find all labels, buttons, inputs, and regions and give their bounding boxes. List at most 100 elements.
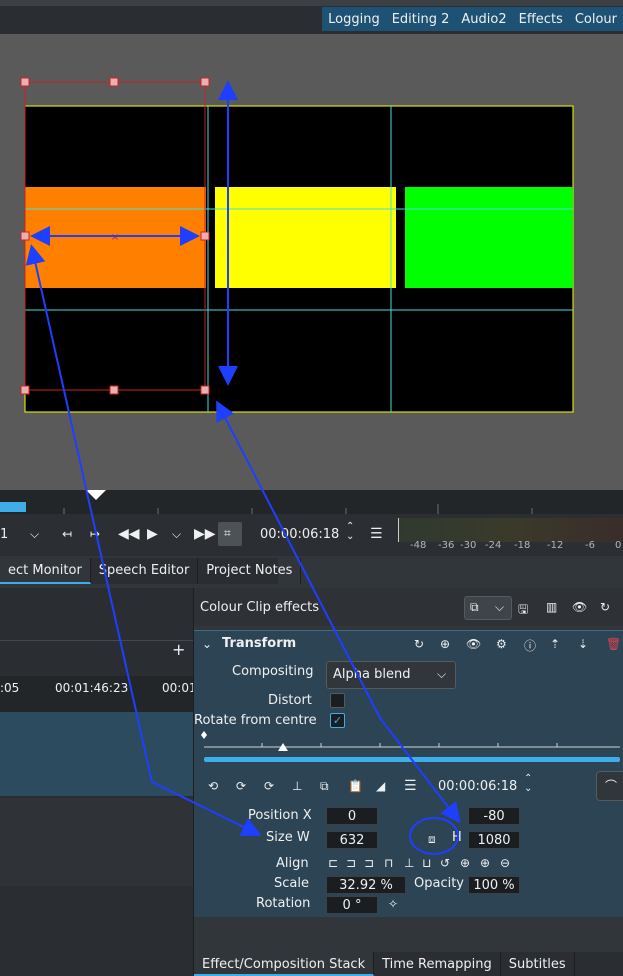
move-down-icon[interactable]: ⇣ (578, 637, 588, 651)
layout-effects[interactable]: Effects (513, 12, 569, 27)
play-icon[interactable]: ▶ (147, 526, 158, 542)
menu-icon[interactable]: ☰ (370, 526, 383, 542)
scale-field[interactable]: 32.92 % (326, 876, 406, 894)
collapse-chevron-icon[interactable]: ⌄ (202, 637, 212, 651)
align-vcenter-icon[interactable]: ⊥ (404, 856, 414, 870)
compare-button[interactable]: ⧉ ⌵ (464, 596, 512, 620)
keyframe-progress (204, 757, 620, 762)
delete-icon[interactable]: 🗑 (606, 637, 621, 651)
tab-project-notes[interactable]: Project Notes (198, 558, 302, 584)
tab-project-monitor[interactable]: ect Monitor (0, 558, 91, 584)
align-top-icon[interactable]: ⊓ (384, 856, 393, 870)
zoom-out-icon[interactable]: ⊖ (500, 856, 510, 870)
move-up-icon[interactable]: ⇡ (550, 637, 560, 651)
tab-time-remapping[interactable]: Time Remapping (374, 952, 501, 976)
keyframe-menu-icon[interactable]: ☰ (404, 778, 417, 794)
rotate-checkbox[interactable]: ✓ (330, 713, 345, 728)
playhead-marker (86, 490, 106, 500)
rewind-icon[interactable]: ◀◀ (118, 526, 140, 542)
reset-icon[interactable]: ↻ (600, 600, 610, 614)
layout-audio2[interactable]: Audio2 (455, 12, 512, 27)
timeline-track-video[interactable] (0, 712, 193, 796)
effects-header: Colour Clip effects ⧉ ⌵ 🖫 ▥ 👁 ↻ (194, 588, 623, 626)
monitor-ruler[interactable] (0, 490, 623, 514)
scale-label: Scale (274, 876, 309, 891)
transform-effect: ⌄ Transform ↻ ⊕ 👁 ⚙ ⓘ ⇡ ⇣ 🗑 Compositing … (194, 630, 623, 917)
monitor-timecode[interactable]: 00:00:06:18 (260, 527, 339, 542)
layout-switcher: Logging Editing 2 Audio2 Effects Colour (322, 7, 623, 31)
zoom-in-icon[interactable]: ⊕ (480, 856, 490, 870)
curve-icon: ⌒ (605, 779, 618, 793)
layout-editing-2[interactable]: Editing 2 (386, 12, 456, 27)
reset-size-icon[interactable]: ↺ (440, 856, 450, 870)
timecode-spin-icon[interactable]: ⌃ ⌄ (346, 522, 354, 542)
interpolation-icon[interactable]: ◢ (376, 779, 385, 793)
meter-label: -48 (410, 540, 427, 551)
visibility-icon[interactable]: 👁 (466, 637, 481, 651)
timecode-spin-icon[interactable]: ⌃ ⌄ (524, 774, 532, 794)
prev-keyframe-icon[interactable]: ⟲ (208, 779, 218, 793)
curve-button[interactable]: ⌒ (596, 771, 623, 801)
project-monitor-view[interactable]: × (0, 34, 623, 490)
align-left-icon[interactable]: ⊏ (328, 856, 338, 870)
tab-subtitles[interactable]: Subtitles (501, 952, 575, 976)
size-h-field[interactable]: 1080 (468, 831, 520, 849)
zoom-icon[interactable]: ⊕ (440, 637, 450, 651)
next-keyframe-icon[interactable]: ⟳ (264, 779, 274, 793)
align-keyframe-icon[interactable]: ⊥ (292, 779, 302, 793)
compositing-select[interactable]: Alpha blend ⌵ (326, 661, 456, 689)
zoom-fit-icon[interactable]: ⊕ (460, 856, 470, 870)
tab-speech-editor[interactable]: Speech Editor (91, 558, 199, 584)
chevron-down-icon[interactable]: ⌵ (30, 527, 39, 542)
split-compare-icon[interactable]: ▥ (546, 600, 557, 614)
meter-label: -6 (585, 540, 595, 551)
copy-icon[interactable]: ⧉ (320, 779, 329, 794)
compositing-value: Alpha blend (333, 667, 411, 682)
compare-icon: ⧉ (470, 600, 479, 614)
ruler-tick-label: 00:01 (162, 681, 197, 695)
meter-label: -36 (438, 540, 455, 551)
eye-icon[interactable]: 👁 (572, 600, 587, 614)
layout-bar: Logging Editing 2 Audio2 Effects Colour (0, 0, 623, 34)
position-y-field[interactable]: -80 (468, 807, 520, 825)
title-stripe (0, 0, 623, 6)
align-hcenter-icon[interactable]: ⊐ (346, 856, 356, 870)
forward-icon[interactable]: ▶▶ (194, 526, 216, 542)
green-bar (405, 187, 573, 288)
crop-toggle-button[interactable]: ⌗ (218, 522, 242, 546)
rotation-keyframe-icon[interactable]: ✧ (388, 897, 398, 911)
align-right-icon[interactable]: ⊐ (364, 856, 374, 870)
add-keyframe-icon[interactable]: ⟳ (236, 779, 246, 793)
yellow-bar (215, 187, 396, 288)
set-in-point-icon[interactable]: ↤ (62, 527, 72, 541)
set-out-point-icon[interactable]: ↦ (90, 527, 100, 541)
distort-checkbox[interactable] (330, 693, 345, 708)
position-x-field[interactable]: 0 (326, 807, 378, 825)
zoom-value[interactable]: 1 (0, 527, 8, 542)
lock-ratio-icon[interactable]: ⧈ (428, 832, 436, 847)
tab-effect-composition-stack[interactable]: Effect/Composition Stack (194, 952, 375, 976)
rotate-label: Rotate from centre (194, 713, 317, 728)
rotation-field[interactable]: 0 ° (326, 896, 378, 914)
paste-icon[interactable]: 📋 (348, 779, 363, 793)
layout-colour[interactable]: Colour (569, 12, 623, 27)
opacity-field[interactable]: 100 % (468, 876, 520, 894)
settings-icon[interactable]: ⚙ (496, 637, 507, 651)
meter-label: -12 (547, 540, 564, 551)
divider (0, 640, 193, 641)
align-label: Align (276, 856, 309, 871)
play-options-chevron-icon[interactable]: ⌵ (172, 527, 181, 542)
size-w-field[interactable]: 632 (326, 831, 378, 849)
align-bottom-icon[interactable]: ⊔ (422, 856, 431, 870)
timeline-pane: + :05 00:01:46:23 00:01 (0, 588, 197, 976)
keyframe-timecode[interactable]: 00:00:06:18 (438, 779, 517, 794)
keyframe-marker-icon (201, 731, 207, 739)
save-stack-icon[interactable]: 🖫 (518, 600, 528, 621)
timeline-track[interactable] (0, 798, 193, 886)
info-icon[interactable]: ⓘ (524, 637, 536, 654)
add-track-icon[interactable]: + (172, 640, 185, 659)
reset-effect-icon[interactable]: ↻ (414, 637, 424, 651)
layout-logging[interactable]: Logging (322, 12, 386, 27)
meter-label: -18 (514, 540, 531, 551)
meter-label: -30 (460, 540, 477, 551)
